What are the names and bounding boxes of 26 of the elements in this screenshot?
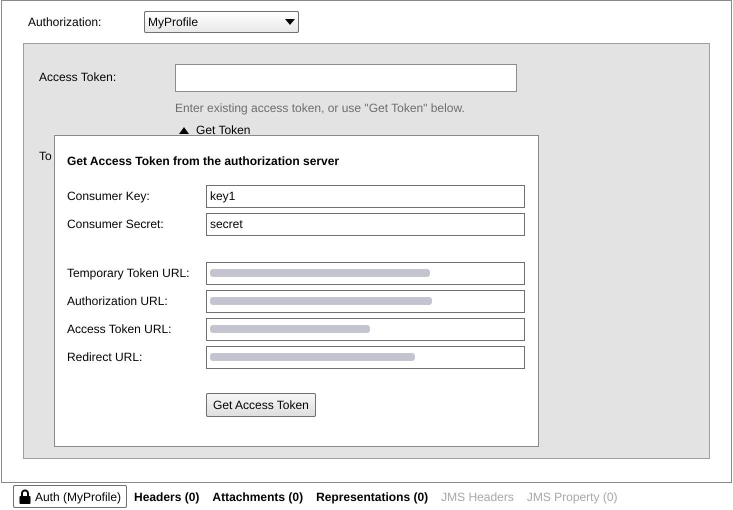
text-field[interactable]: secret [206,212,525,236]
access-token-field[interactable] [175,64,517,92]
get-access-token-button[interactable]: Get Access Token [206,393,316,417]
field-label: Access Token URL: [67,321,172,338]
text-field[interactable] [206,346,525,368]
field-label: Consumer Key: [67,188,151,205]
field-label: Temporary Token URL: [67,265,190,282]
text-field[interactable] [206,262,525,284]
field-label: To [39,149,52,163]
field-label: Consumer Secret: [67,216,165,233]
field-label: Authorization: [28,14,102,31]
text-field[interactable] [206,290,525,312]
popup-title: Get Access Token from the authorization server [67,153,340,170]
field-label: Redirect URL: [67,349,144,366]
field-label: Access Token: [39,69,118,86]
tab[interactable]: Representations (0) [310,485,434,508]
get-token-toggle[interactable]: Get Token [179,121,709,139]
profile-dropdown[interactable]: MyProfile [144,11,299,33]
caret-icon [285,19,295,25]
field-label: Authorization URL: [67,293,169,310]
hint-text: Enter existing access token, or use "Get Token" below. [175,100,466,117]
tab[interactable]: Headers (0) [128,485,206,508]
text-field[interactable]: key1 [206,184,525,208]
tab[interactable]: Auth (MyProfile) [13,485,128,508]
tab[interactable]: Attachments (0) [206,485,310,508]
text-field[interactable] [206,318,525,340]
